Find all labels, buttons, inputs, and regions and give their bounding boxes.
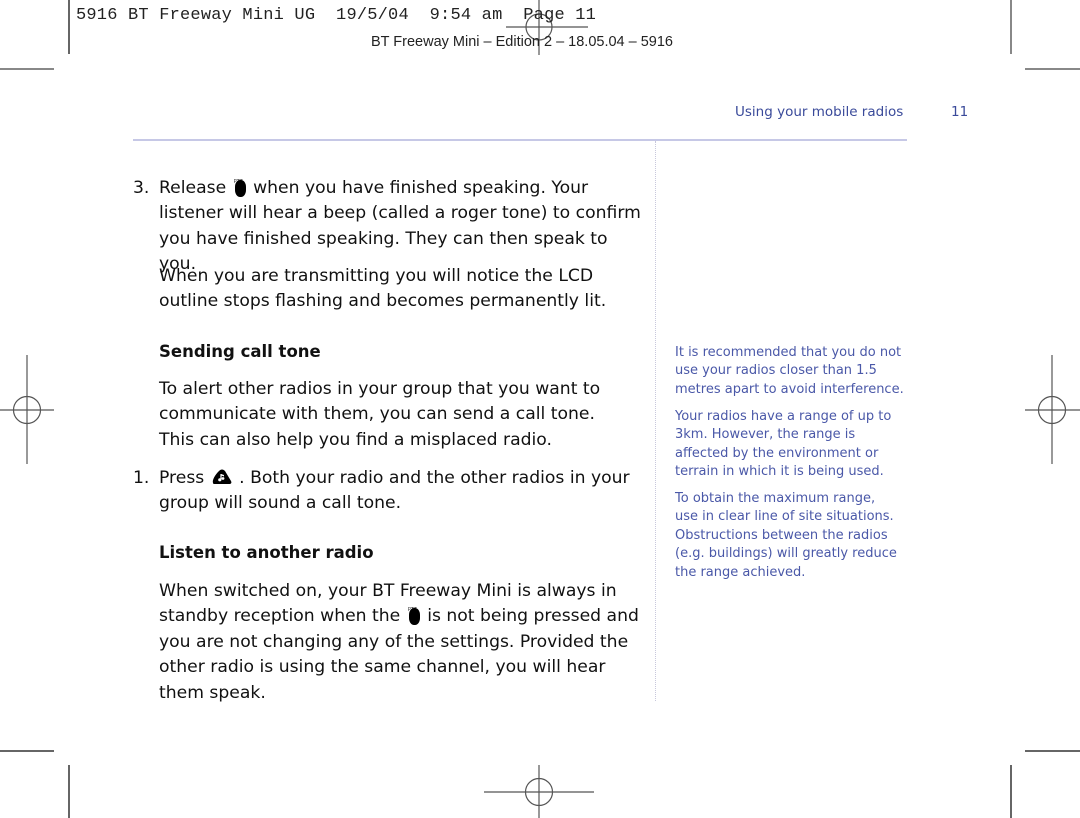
sidebar-note-line: the range achieved. [675,564,806,580]
sidebar-note-line: terrain in which it is being used. [675,464,884,480]
sidebar-note-line: Your radios have a range of up to [675,409,892,424]
call-tone-intro-line-3: This can also help you find a misplaced … [159,429,552,450]
column-divider [655,141,656,701]
transmit-note: When you are transmitting you will notic… [159,264,649,315]
call-tone-step-text-post: . Both your radio and the other radios i… [239,468,630,488]
registration-mark-right [1025,355,1080,464]
registration-mark-left [0,355,54,464]
call-tone-step-1-line-2: group will sound a call tone. [159,493,402,514]
sidebar-note-line: (e.g. buildings) will greatly reduce [675,546,897,562]
sidebar-note-maximum-range: To obtain the maximum range, use in clea… [675,490,915,582]
crop-mark-bottom-left-vertical [68,765,70,818]
print-slug: 5916 BT Freeway Mini UG 19/5/04 9:54 am … [76,6,597,25]
listen-line-1: When switched on, your BT Freeway Mini i… [159,581,617,601]
listen-line-4: other radio is using the same channel, y… [159,657,606,678]
call-tone-intro-line-2: communicate with them, you can send a ca… [159,404,595,425]
call-tone-step-1-text: Press . Both your radio and the other ra… [159,466,649,517]
step-3-text: Release PTT when you have finished speak… [159,176,649,278]
crop-mark-top-right-vertical [1010,0,1012,54]
step-number: 3. [133,178,150,198]
listen-line-2-post: is not being pressed and [427,606,639,627]
edition-line: BT Freeway Mini – Edition 2 – 18.05.04 –… [371,34,674,50]
crop-mark-top-right-horizontal [1025,68,1080,70]
crop-mark-bottom-right-vertical [1010,765,1012,818]
crop-mark-bottom-right-horizontal [1025,750,1080,752]
sidebar-note-line: Obstructions between the radios [675,527,888,543]
step-3-line-2: listener will hear a beep (called a roge… [159,203,641,224]
listen-line-2: standby reception when the PTT is not be… [159,604,649,629]
section-title: Using your mobile radios [735,104,904,120]
sidebar-note-line: 3km. However, the range is [675,427,856,443]
listen-line-2-pre: standby reception when the [159,606,401,627]
step-number: 1. [133,468,150,488]
header-rule [133,139,907,141]
page-number: 11 [951,104,969,120]
listen-line-3: you are not changing any of the settings… [159,631,629,652]
crop-mark-top-left-horizontal [0,68,54,70]
sidebar-note-range: Your radios have a range of up to 3km. H… [675,408,915,482]
step-3-text-pre: Release [159,178,227,198]
call-tone-button-icon [212,469,232,484]
transmit-note-line-1: When you are transmitting you will notic… [159,266,594,286]
step-3-text-post: when you have finished speaking. Your [253,178,589,198]
heading-sending-call-tone: Sending call tone [159,342,321,361]
ptt-button-icon: PTT [408,605,420,626]
call-tone-step-text-pre: Press [159,468,205,488]
transmit-note-line-2: outline stops flashing and becomes perma… [159,291,607,312]
sidebar-note-line: It is recommended that you do not [675,345,902,360]
ptt-button-icon: PTT [234,177,246,197]
registration-mark-bottom [484,765,594,818]
sidebar-note-line: use in clear line of site situations. [675,509,894,525]
sidebar-note-line: affected by the environment or [675,445,879,461]
heading-listen-to-another-radio: Listen to another radio [159,543,374,562]
sidebar-note-line: metres apart to avoid interference. [675,381,904,397]
call-tone-intro: To alert other radios in your group that… [159,377,649,453]
sidebar-note-line: use your radios closer than 1.5 [675,363,877,379]
crop-mark-bottom-left-horizontal [0,750,54,752]
sidebar-note-interference: It is recommended that you do not use yo… [675,344,915,399]
call-tone-intro-line-1: To alert other radios in your group that… [159,379,601,399]
crop-mark-top-left-vertical [68,0,70,54]
sidebar-note-line: To obtain the maximum range, [675,491,876,506]
listen-line-5: them speak. [159,682,266,703]
listen-paragraph: When switched on, your BT Freeway Mini i… [159,579,649,706]
step-3-line-1: Release PTT when you have finished speak… [159,176,649,201]
call-tone-step-1-line-1: Press . Both your radio and the other ra… [159,466,649,491]
